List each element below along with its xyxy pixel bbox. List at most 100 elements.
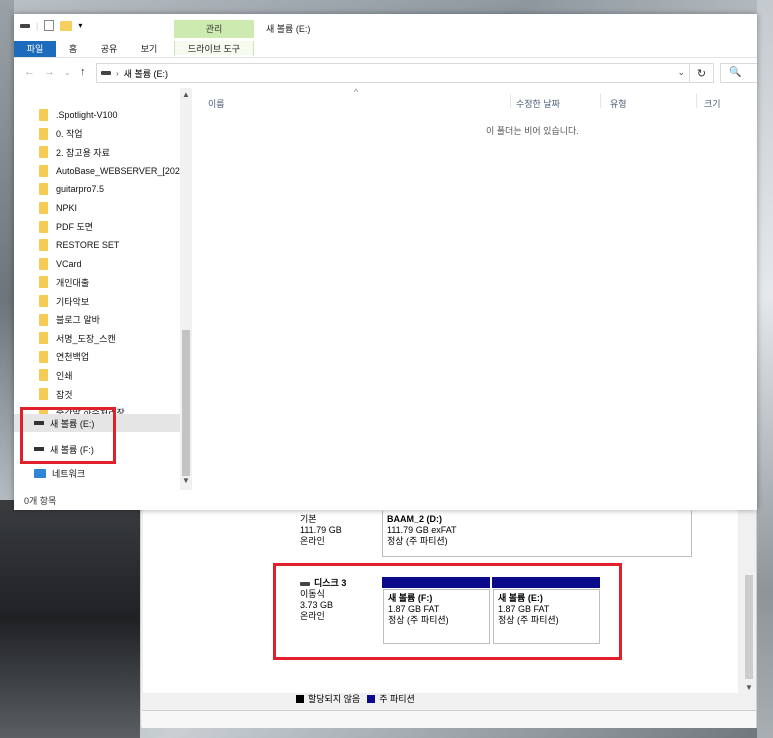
nav-item-folder[interactable]: PDF 도면 <box>14 218 182 236</box>
nav-item-folder[interactable]: 개인대출 <box>14 273 182 291</box>
nav-item-label: .Spotlight-V100 <box>56 110 118 120</box>
nav-item-label: 서명_도장_스캔 <box>56 333 116 344</box>
tab-manage[interactable]: 관리 <box>174 20 254 38</box>
address-row: ← → ⌄ ↑ › 새 볼륨 (E:) ⌄ ↻ 🔍 <box>14 61 757 85</box>
column-header-name[interactable]: 이름 <box>208 97 225 110</box>
nav-item-label: 2. 참고용 자료 <box>56 147 110 158</box>
legend-unallocated: 할당되지 않음 <box>308 694 361 704</box>
chevron-down-icon[interactable]: ⌄ <box>677 67 685 78</box>
nav-item-folder[interactable]: 잡것 <box>14 385 182 403</box>
nav-item-folder[interactable]: .Spotlight-V100 <box>14 106 182 124</box>
disk2-size: 111.79 GB <box>300 525 342 535</box>
nav-item-folder[interactable]: guitarpro7.5 <box>14 180 182 198</box>
nav-item-label: VCard <box>56 258 82 269</box>
properties-icon[interactable] <box>44 20 55 31</box>
tab-drive-tools[interactable]: 드라이브 도구 <box>174 41 254 57</box>
address-bar[interactable]: › 새 볼륨 (E:) ⌄ <box>96 63 690 83</box>
quick-access-toolbar: | ▾ <box>20 20 82 31</box>
nav-item-network[interactable]: 네트워크 <box>14 464 182 482</box>
breadcrumb-chevron-icon[interactable]: › <box>116 69 119 78</box>
title-bar: | ▾ 관리 새 볼륨 (E:) <box>14 14 757 38</box>
column-separator[interactable] <box>696 94 697 108</box>
disk2-status: 온라인 <box>300 536 325 546</box>
nav-item-label: RESTORE SET <box>56 240 120 251</box>
up-arrow-icon[interactable]: ↑ <box>80 66 86 78</box>
nav-item-folder[interactable]: VCard <box>14 255 182 273</box>
search-input[interactable]: 🔍 <box>720 63 757 83</box>
nav-item-label: AutoBase_WEBSERVER_[2020. <box>56 165 182 176</box>
nav-item-folder[interactable]: 인쇄 <box>14 366 182 384</box>
separator: | <box>36 20 39 31</box>
column-separator[interactable] <box>510 94 511 108</box>
folder-icon <box>39 202 48 214</box>
scroll-down-arrow-icon[interactable]: ▼ <box>180 476 192 485</box>
scrollbar-thumb[interactable] <box>182 330 190 476</box>
window-title: 새 볼륨 (E:) <box>266 24 311 34</box>
nav-item-label: 연천백업 <box>56 352 90 363</box>
folder-icon <box>39 369 48 382</box>
scrollbar-thumb[interactable] <box>745 575 753 679</box>
customize-toolbar-icon[interactable]: ▾ <box>78 21 82 30</box>
nav-item-folder[interactable]: AutoBase_WEBSERVER_[2020. <box>14 162 182 180</box>
breadcrumb-location[interactable]: 새 볼륨 (E:) <box>124 67 168 80</box>
forward-arrow-icon[interactable]: → <box>44 66 55 78</box>
nav-item-folder[interactable]: 0. 작업 <box>14 125 182 143</box>
navigation-scrollbar[interactable]: ▲ ▼ <box>180 88 192 490</box>
tab-view[interactable]: 보기 <box>136 41 162 57</box>
nav-item-folder[interactable]: 블로그 알바 <box>14 311 182 329</box>
recent-locations-icon[interactable]: ⌄ <box>64 68 71 77</box>
background-photo-left <box>0 500 140 738</box>
nav-item-label: 잡것 <box>56 389 73 400</box>
nav-item-folder[interactable]: NPKI <box>14 199 182 217</box>
nav-item-folder[interactable]: 연천백업 <box>14 348 182 366</box>
background-photo-edge <box>0 0 14 500</box>
highlight-box-drives <box>20 407 116 464</box>
refresh-icon[interactable]: ↻ <box>690 63 714 83</box>
partition-name: BAAM_2 (D:) <box>387 514 442 524</box>
nav-item-label: 네트워크 <box>52 468 86 479</box>
folder-icon <box>39 350 48 363</box>
partition-status: 정상 (주 파티션) <box>387 536 448 546</box>
nav-item-label: 개인대출 <box>56 277 90 288</box>
file-explorer-window: | ▾ 관리 새 볼륨 (E:) 파일 홈 공유 보기 드라이브 도구 ← → … <box>14 14 757 510</box>
folder-icon <box>39 239 48 252</box>
highlight-box-disk3 <box>273 563 622 660</box>
disk2-info: 기본 111.79 GB 온라인 <box>300 514 382 547</box>
nav-item-folder[interactable]: 서명_도장_스캔 <box>14 329 182 347</box>
tab-share[interactable]: 공유 <box>96 41 122 57</box>
column-header-type[interactable]: 유형 <box>610 97 627 110</box>
column-separator[interactable] <box>600 94 601 108</box>
file-list-pane: ^ 이름 수정한 날짜 유형 크기 이 폴더는 비어 있습니다. <box>196 87 757 488</box>
nav-item-folder[interactable]: RESTORE SET <box>14 236 182 254</box>
folder-icon <box>39 257 48 270</box>
nav-item-label: 블로그 알바 <box>56 315 100 326</box>
disk-management-statusbar <box>142 710 756 728</box>
nav-item-folder[interactable]: 기타악보 <box>14 292 182 310</box>
tab-file[interactable]: 파일 <box>14 41 56 57</box>
folder-icon <box>39 295 48 307</box>
folder-icon <box>39 127 48 140</box>
column-header-size[interactable]: 크기 <box>704 97 721 110</box>
column-header-modified[interactable]: 수정한 날짜 <box>516 97 560 110</box>
folder-icon <box>39 220 48 233</box>
nav-item-folder[interactable]: 2. 참고용 자료 <box>14 143 182 161</box>
disk-management-scrollbar[interactable]: ▲ ▼ <box>742 501 756 701</box>
drive-icon <box>101 71 111 75</box>
disk2-type: 기본 <box>300 514 317 524</box>
partition-size: 111.79 GB exFAT <box>387 525 457 535</box>
folder-icon <box>39 146 48 159</box>
scroll-up-arrow-icon[interactable]: ▲ <box>180 90 192 99</box>
nav-item-label: NPKI <box>56 203 78 213</box>
scroll-down-arrow-icon[interactable]: ▼ <box>742 683 756 692</box>
folder-icon <box>39 388 48 400</box>
legend-primary: 주 파티션 <box>379 694 415 704</box>
nav-item-label: guitarpro7.5 <box>56 184 105 195</box>
disk2-partition[interactable]: BAAM_2 (D:) 111.79 GB exFAT 정상 (주 파티션) <box>382 511 692 557</box>
new-folder-icon[interactable] <box>60 20 73 31</box>
status-item-count: 0개 항목 <box>24 496 57 506</box>
network-icon <box>34 468 46 478</box>
nav-item-label: PDF 도면 <box>56 222 94 233</box>
tab-home[interactable]: 홈 <box>62 41 84 57</box>
back-arrow-icon[interactable]: ← <box>24 66 35 78</box>
nav-item-label: 0. 작업 <box>56 129 83 140</box>
